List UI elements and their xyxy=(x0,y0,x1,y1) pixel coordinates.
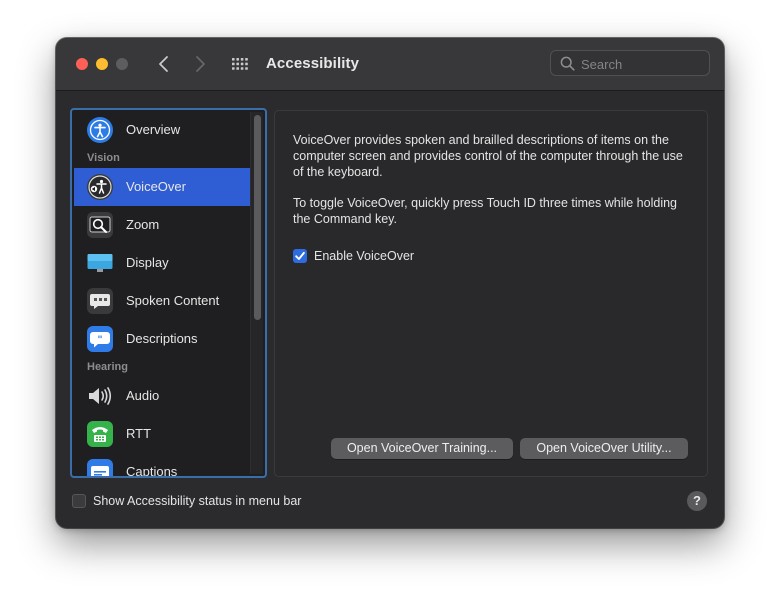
sidebar-item-label: Captions xyxy=(126,464,178,478)
sidebar-scrollbar-thumb[interactable] xyxy=(254,115,261,320)
sidebar-section-vision: Vision xyxy=(87,152,120,164)
sidebar-item-zoom[interactable]: Zoom xyxy=(74,206,252,244)
sidebar-item-voiceover[interactable]: VoiceOver xyxy=(74,168,252,206)
svg-text:": " xyxy=(97,335,102,346)
minimize-button[interactable] xyxy=(96,58,108,70)
show-status-label: Show Accessibility status in menu bar xyxy=(93,494,302,508)
show-all-grid-icon[interactable] xyxy=(231,55,249,73)
sidebar-item-overview[interactable]: Overview xyxy=(74,111,252,149)
show-status-checkbox[interactable] xyxy=(72,494,86,508)
open-voiceover-utility-button[interactable]: Open VoiceOver Utility... xyxy=(520,438,688,459)
spoken-content-icon xyxy=(87,288,113,314)
sidebar-item-label: Descriptions xyxy=(126,331,198,346)
help-button[interactable]: ? xyxy=(687,491,707,511)
sidebar-item-label: RTT xyxy=(126,426,152,441)
sidebar-item-label: Display xyxy=(126,255,169,270)
sidebar-item-label: VoiceOver xyxy=(126,179,186,194)
enable-voiceover-label: Enable VoiceOver xyxy=(314,249,415,263)
search-field[interactable] xyxy=(550,50,710,76)
chevron-left-icon xyxy=(159,56,168,72)
title-bar: Accessibility xyxy=(56,38,724,91)
voiceover-icon xyxy=(87,174,113,200)
sidebar-section-hearing: Hearing xyxy=(87,361,128,373)
back-button[interactable] xyxy=(151,52,177,76)
preferences-window: Accessibility Overview Vision xyxy=(56,38,724,528)
checkmark-icon xyxy=(295,251,305,260)
search-icon xyxy=(560,56,575,71)
sidebar-list[interactable]: Overview Vision VoiceOver Zoom Display S… xyxy=(70,108,267,478)
zoom-magnifier-icon xyxy=(87,212,113,238)
voiceover-toggle-hint: To toggle VoiceOver, quickly press Touch… xyxy=(293,196,677,226)
window-title: Accessibility xyxy=(266,55,360,72)
voiceover-settings-pane: VoiceOver provides spoken and brailled d… xyxy=(274,110,708,477)
accessibility-overview-icon xyxy=(87,117,113,143)
display-monitor-icon xyxy=(87,250,113,276)
sidebar-item-rtt[interactable]: RTT xyxy=(74,415,252,453)
close-button[interactable] xyxy=(76,58,88,70)
sidebar-item-spoken-content[interactable]: Spoken Content xyxy=(74,282,252,320)
enable-voiceover-checkbox[interactable] xyxy=(293,249,307,263)
voiceover-description: VoiceOver provides spoken and brailled d… xyxy=(293,133,683,179)
captions-icon xyxy=(87,459,113,476)
speaker-icon xyxy=(87,383,113,409)
sidebar-item-descriptions[interactable]: " Descriptions xyxy=(74,320,252,358)
open-voiceover-training-button[interactable]: Open VoiceOver Training... xyxy=(331,438,513,459)
descriptions-quote-icon: " xyxy=(87,326,113,352)
sidebar-item-label: Spoken Content xyxy=(126,293,220,308)
rtt-phone-icon xyxy=(87,421,113,447)
sidebar-item-label: Audio xyxy=(126,388,160,403)
sidebar-item-audio[interactable]: Audio xyxy=(74,377,252,415)
chevron-right-icon xyxy=(196,56,205,72)
sidebar-item-label: Overview xyxy=(126,122,181,137)
search-input[interactable] xyxy=(579,53,707,75)
forward-button[interactable] xyxy=(187,52,213,76)
zoom-button[interactable] xyxy=(116,58,128,70)
sidebar-item-captions[interactable]: Captions xyxy=(74,453,252,478)
sidebar-item-display[interactable]: Display xyxy=(74,244,252,282)
sidebar-item-label: Zoom xyxy=(126,217,160,232)
